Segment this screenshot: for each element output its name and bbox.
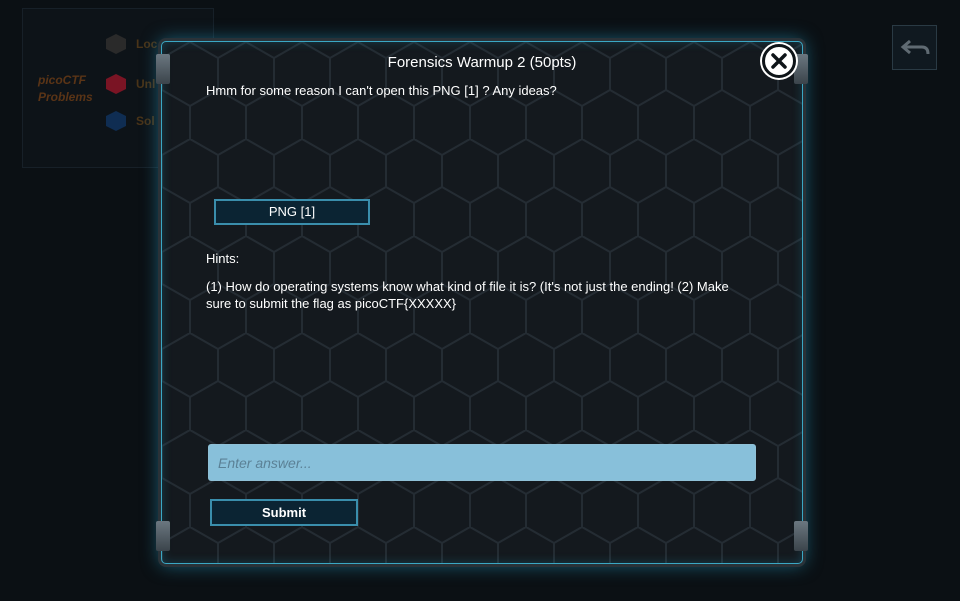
problem-description: Hmm for some reason I can't open this PN… — [206, 83, 557, 98]
close-button[interactable] — [762, 44, 796, 78]
problems-title-line2: Problems — [38, 90, 93, 104]
hints-text: (1) How do operating systems know what k… — [206, 279, 729, 311]
back-button[interactable] — [892, 25, 937, 70]
locked-gem-icon — [106, 34, 126, 54]
hints-label: Hints: — [206, 251, 240, 266]
problems-title: picoCTF Problems — [38, 72, 93, 106]
solved-label: Sol — [136, 114, 155, 128]
problem-dialog: Forensics Warmup 2 (50pts) Hmm for some … — [156, 38, 808, 567]
answer-input[interactable] — [208, 444, 756, 481]
locked-label: Loc — [136, 37, 158, 51]
frame-corner — [156, 521, 170, 551]
solved-filter: Sol — [106, 111, 155, 131]
png-file-button[interactable]: PNG [1] — [214, 199, 370, 225]
solved-gem-icon — [106, 111, 126, 131]
unlocked-gem-icon — [106, 74, 126, 94]
submit-button[interactable]: Submit — [210, 499, 358, 526]
locked-filter: Loc — [106, 34, 157, 54]
unlocked-label: Unl — [136, 77, 156, 91]
unlocked-filter: Unl — [106, 74, 155, 94]
problems-title-line1: picoCTF — [38, 73, 86, 87]
frame-corner — [794, 521, 808, 551]
back-arrow-icon — [900, 39, 929, 54]
dialog-title: Forensics Warmup 2 (50pts) — [387, 54, 577, 71]
close-icon — [771, 53, 787, 69]
